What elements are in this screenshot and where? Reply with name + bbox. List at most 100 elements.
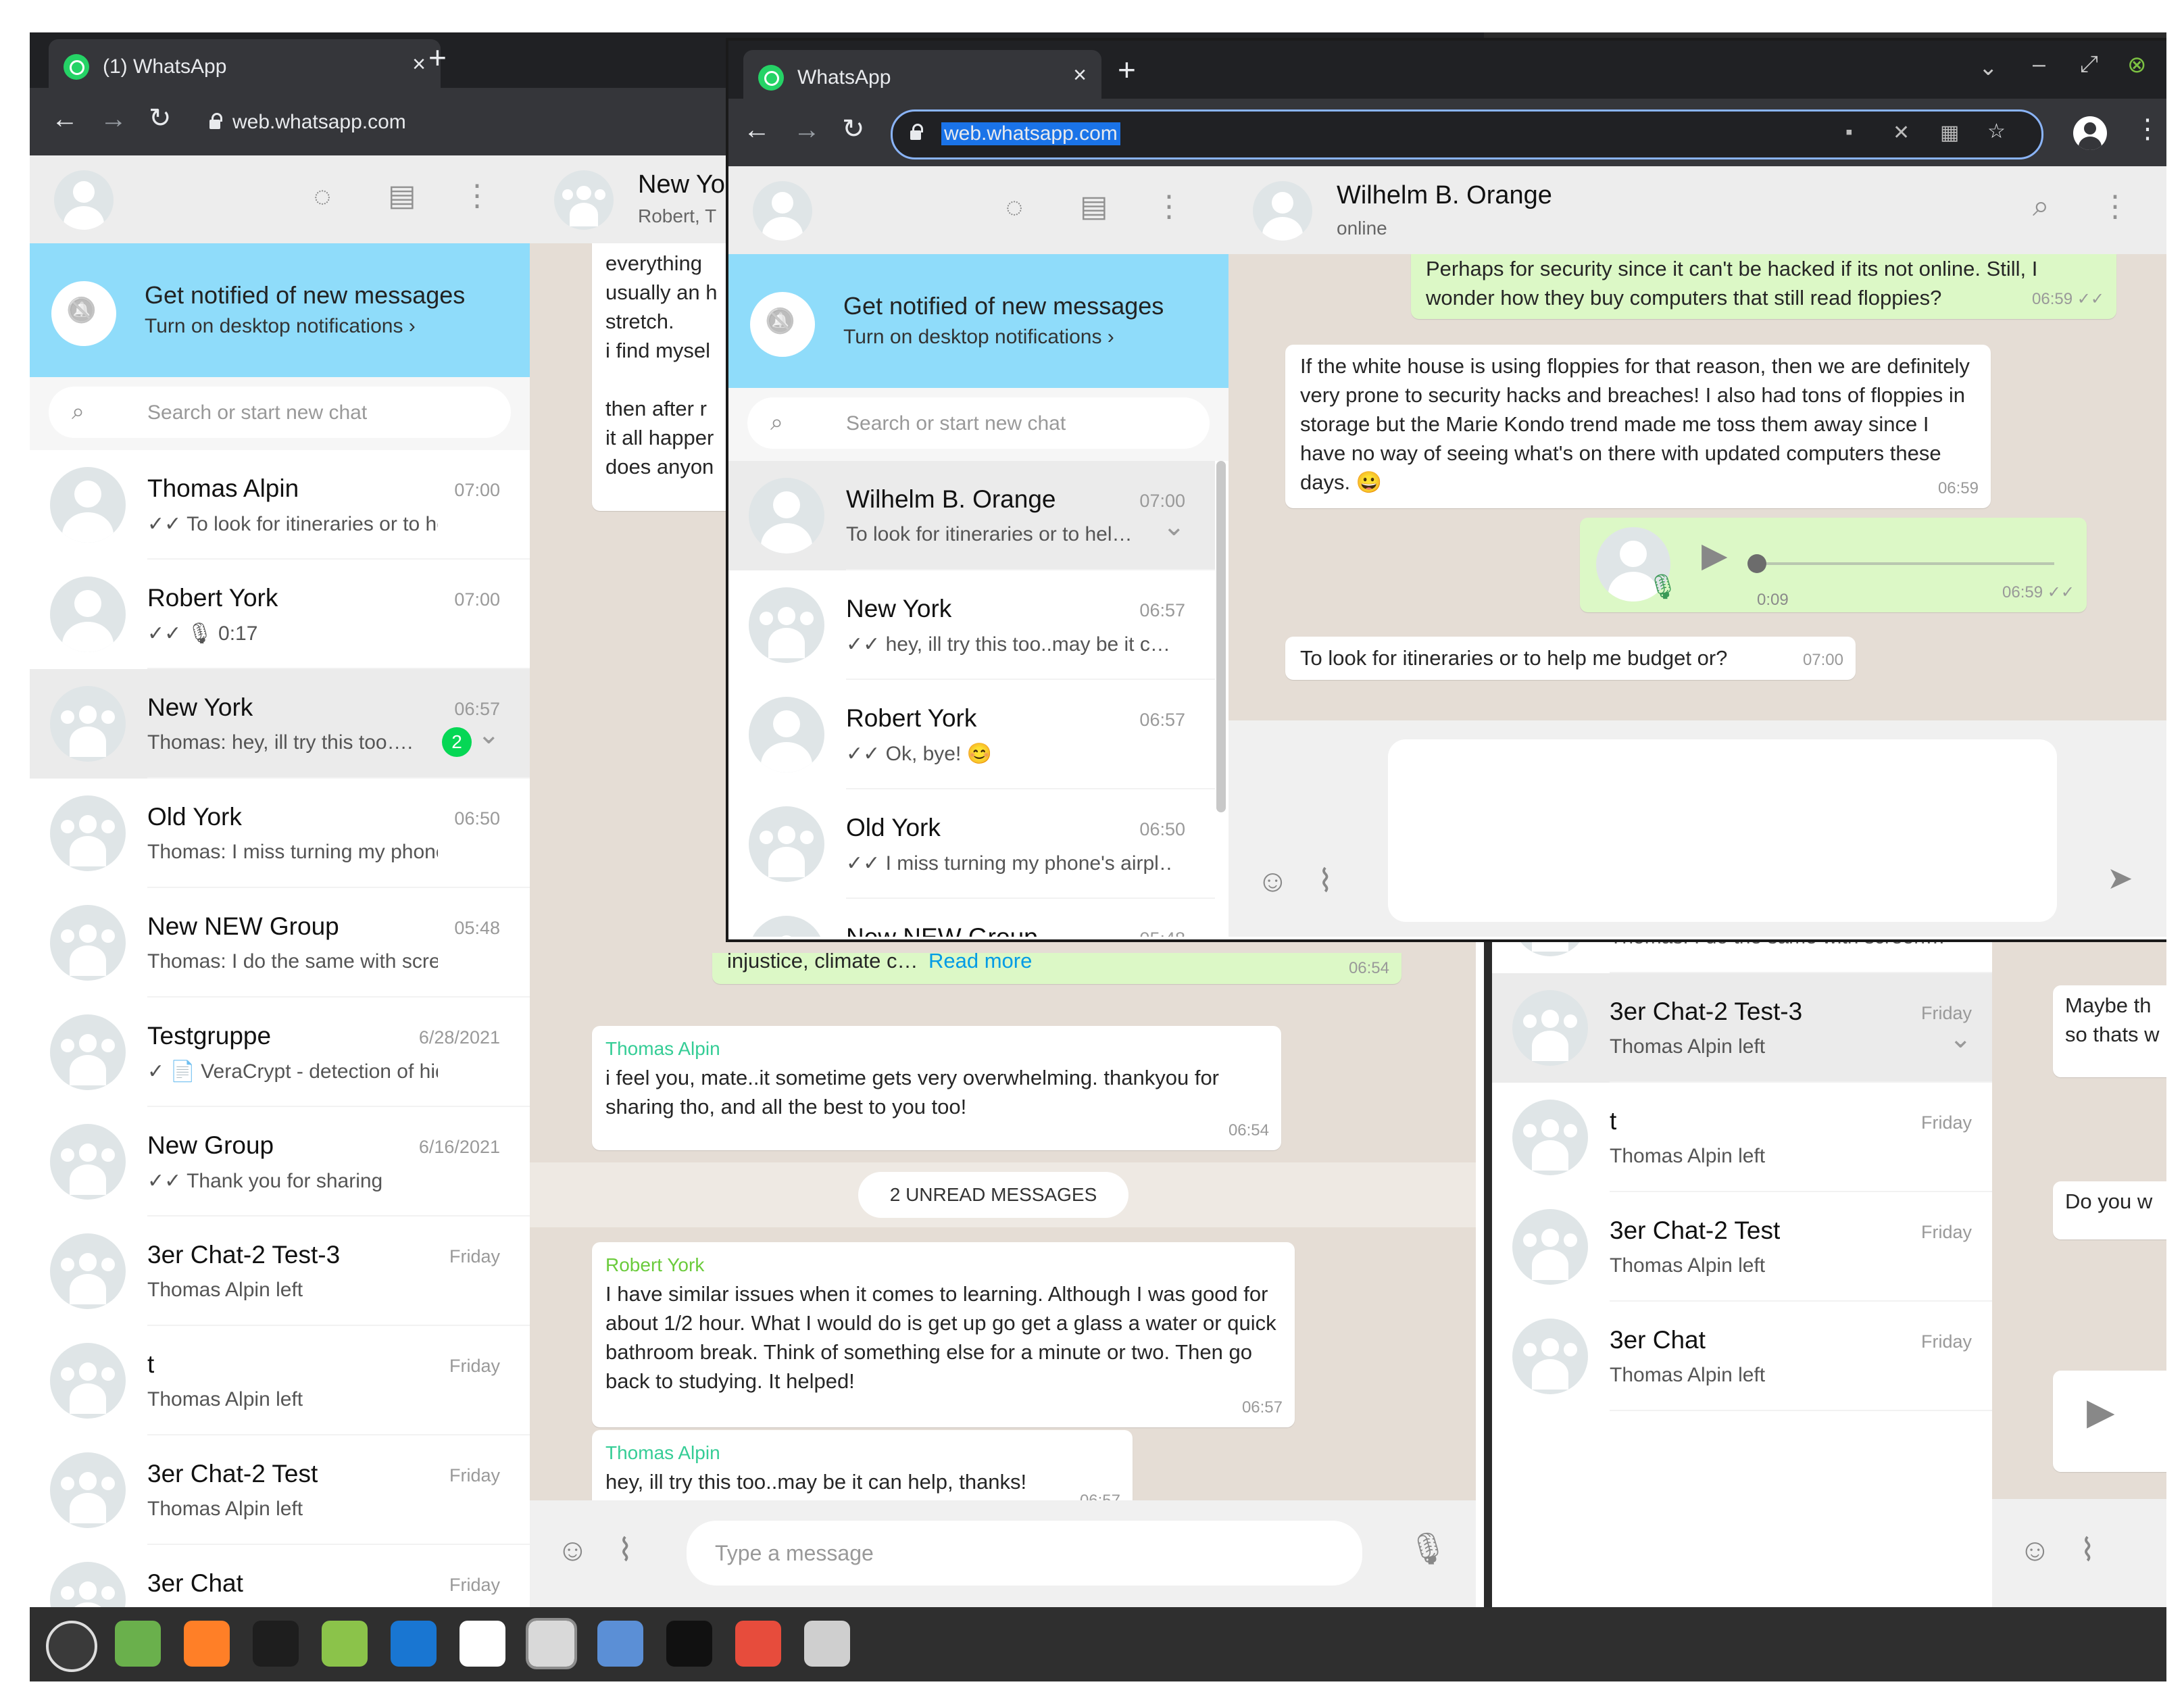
extension-icon[interactable]: ▦ [1940, 121, 1959, 145]
glasses-icon[interactable] [735, 1621, 781, 1667]
voice-progress-track[interactable] [1747, 554, 2054, 573]
search-input[interactable]: ⌕ Search or start new chat [49, 387, 511, 438]
my-avatar[interactable] [753, 181, 812, 241]
close-tab-icon[interactable]: × [1073, 62, 1087, 89]
group-avatar[interactable] [50, 905, 126, 981]
mail-icon[interactable] [597, 1621, 643, 1667]
front-conv-header[interactable]: Wilhelm B. Orange online ⌕ ⋮ [1228, 166, 2166, 254]
chat-list-item[interactable]: New York 06:57 ✓✓ hey, ill try this too..m… [728, 570, 1215, 680]
mint-menu-icon[interactable] [46, 1621, 97, 1672]
group-avatar[interactable] [749, 806, 824, 882]
camera-icon[interactable]: ▪ [1845, 121, 1853, 144]
group-avatar[interactable] [50, 1452, 126, 1528]
chevron-down-icon[interactable]: ⌄ [1949, 1023, 1972, 1054]
group-avatar[interactable] [1512, 1100, 1588, 1175]
front-url[interactable]: web.whatsapp.com [941, 122, 1120, 145]
chat-list-item[interactable]: Thomas Alpin 07:00 ✓✓ To look for itinerar… [30, 450, 530, 560]
chat-list-item[interactable]: Old York 06:50 ✓✓ I miss turning my phone'… [728, 789, 1215, 899]
back-arrow-icon[interactable]: ← [51, 104, 78, 134]
group-avatar[interactable] [50, 686, 126, 762]
group-avatar[interactable] [749, 587, 824, 663]
chat-list-scrollbar[interactable] [1216, 461, 1226, 812]
chrome-menu-icon[interactable]: ⋮ [2134, 114, 2161, 145]
forward-arrow-icon[interactable]: → [100, 104, 127, 134]
menu-icon[interactable]: ⋮ [462, 178, 492, 213]
chat-list-item[interactable]: 3er Chat Friday [30, 1545, 530, 1607]
notification-link[interactable]: Turn on desktop notifications › [145, 315, 416, 338]
chat-list-item[interactable]: 3er Chat Friday Thomas Alpin left [1492, 1302, 1992, 1411]
group-avatar[interactable] [50, 1562, 126, 1607]
new-tab-icon[interactable]: + [1118, 51, 1136, 88]
chat-list-item[interactable]: Testgruppe 6/28/2021 ✓ 📄 VeraCrypt - detec… [30, 998, 530, 1107]
group-avatar[interactable] [50, 1014, 126, 1090]
back-tab[interactable]: (1) WhatsApp × [49, 39, 441, 88]
emoji-icon[interactable]: ☺ [557, 1531, 589, 1568]
back-arrow-icon[interactable]: ← [743, 115, 770, 145]
contact-avatar[interactable] [50, 576, 126, 652]
notification-link[interactable]: Turn on desktop notifications › [843, 326, 1114, 349]
group-avatar[interactable] [554, 170, 614, 230]
voice-progress-handle[interactable] [1747, 554, 1766, 573]
send-icon[interactable]: ➤ [2107, 860, 2133, 896]
chat-list-item[interactable]: Robert York 07:00 ✓✓ 🎙 0:17 [30, 560, 530, 669]
group-avatar[interactable] [50, 1233, 126, 1309]
profile-dropdown-icon[interactable]: ⌄ [1979, 54, 1998, 81]
play-icon[interactable]: ▶ [2087, 1394, 2115, 1430]
chat-list-item[interactable]: New NEW Group 05:48 Thomas: I do the same … [30, 888, 530, 998]
group-avatar[interactable] [50, 1343, 126, 1419]
close-window-icon[interactable]: ⊗ [2127, 51, 2147, 78]
chat-list-item[interactable]: Wilhelm B. Orange 07:00 To look for itiner… [728, 461, 1215, 570]
conversation-menu-icon[interactable]: ⋮ [2100, 189, 2130, 224]
back-url[interactable]: web.whatsapp.com [232, 111, 406, 134]
firefox-icon[interactable] [184, 1621, 230, 1667]
microphone-icon[interactable]: 🎙 [1408, 1530, 1447, 1567]
contact-avatar[interactable] [1253, 181, 1312, 241]
chat-list-item[interactable]: 3er Chat-2 Test-3 Friday Thomas Alpin left… [1492, 973, 1992, 1083]
forward-arrow-icon[interactable]: → [793, 115, 820, 145]
keepass-icon[interactable] [391, 1621, 437, 1667]
chat-list-item[interactable]: 3er Chat-2 Test-3 Friday Thomas Alpin left [30, 1217, 530, 1326]
contact-avatar[interactable] [749, 478, 824, 554]
profile-avatar-icon[interactable] [2073, 116, 2107, 150]
address-bar[interactable]: web.whatsapp.com ▪ ✕ ▦ ☆ [891, 109, 2043, 159]
chat-list-item[interactable]: New Group 6/16/2021 ✓✓ Thank you for shari… [30, 1107, 530, 1217]
group-avatar[interactable] [1512, 1209, 1588, 1285]
contact-avatar[interactable] [749, 697, 824, 772]
chat-list-item[interactable]: t Friday Thomas Alpin left [30, 1326, 530, 1435]
reload-icon[interactable]: ↻ [149, 103, 172, 134]
status-icon[interactable]: ◌ [1006, 191, 1023, 224]
chrome-icon[interactable] [526, 1618, 577, 1669]
files-icon[interactable] [322, 1621, 368, 1667]
reload-icon[interactable]: ↻ [842, 114, 865, 145]
message-input[interactable]: Type a message [687, 1521, 1362, 1586]
chat-list-item[interactable]: Thomas: I do the same with screen… [1492, 938, 1992, 973]
front-tab[interactable]: WhatsApp × [743, 50, 1101, 99]
search-messages-icon[interactable]: ⌕ [2033, 189, 2050, 223]
group-avatar[interactable] [50, 1124, 126, 1200]
chevron-down-icon[interactable]: ⌄ [477, 719, 500, 750]
my-avatar[interactable] [54, 170, 114, 230]
chevron-down-icon[interactable]: ⌄ [1162, 511, 1185, 542]
desktop-icon[interactable] [115, 1621, 161, 1667]
contact-avatar[interactable] [50, 467, 126, 543]
chat-list-item[interactable]: 3er Chat-2 Test Friday Thomas Alpin left [1492, 1192, 1992, 1302]
chat-list-item[interactable]: Old York 06:50 Thomas: I miss turning my p… [30, 779, 530, 888]
close-tab-icon[interactable]: × [412, 51, 426, 78]
chat-list-item[interactable]: Robert York 06:57 ✓✓ Ok, bye! 😊 [728, 680, 1215, 789]
chat-list-item[interactable]: t Friday Thomas Alpin left [1492, 1083, 1992, 1192]
emoji-icon[interactable]: ☺ [2019, 1531, 2051, 1568]
play-icon[interactable]: ▶ [1702, 538, 1727, 572]
notifications-blocked-icon[interactable]: ✕ [1893, 121, 1910, 145]
emoji-icon[interactable]: ☺ [1257, 862, 1289, 899]
group-avatar[interactable] [1512, 990, 1588, 1066]
attach-icon[interactable]: ⌇ [618, 1531, 632, 1568]
maximize-icon[interactable]: ⤢ [2080, 51, 2098, 78]
group-avatar[interactable] [1512, 1319, 1588, 1394]
audio-icon[interactable] [804, 1621, 850, 1667]
group-avatar[interactable] [50, 795, 126, 871]
message-input[interactable] [1388, 739, 2057, 922]
new-tab-icon[interactable]: + [428, 39, 447, 76]
chat-list-item[interactable]: New York 06:57 Thomas: hey, ill try this t… [30, 669, 530, 779]
attach-icon[interactable]: ⌇ [1318, 862, 1333, 899]
pycharm-icon[interactable] [666, 1621, 712, 1667]
